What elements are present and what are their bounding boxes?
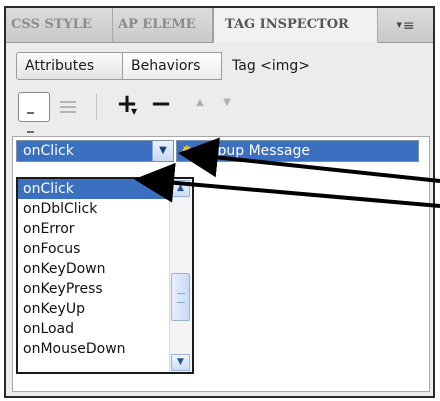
callout-arrow-dropdown <box>134 162 440 208</box>
callout-arrows <box>134 137 440 208</box>
callout-arrow-behavior <box>178 137 440 183</box>
